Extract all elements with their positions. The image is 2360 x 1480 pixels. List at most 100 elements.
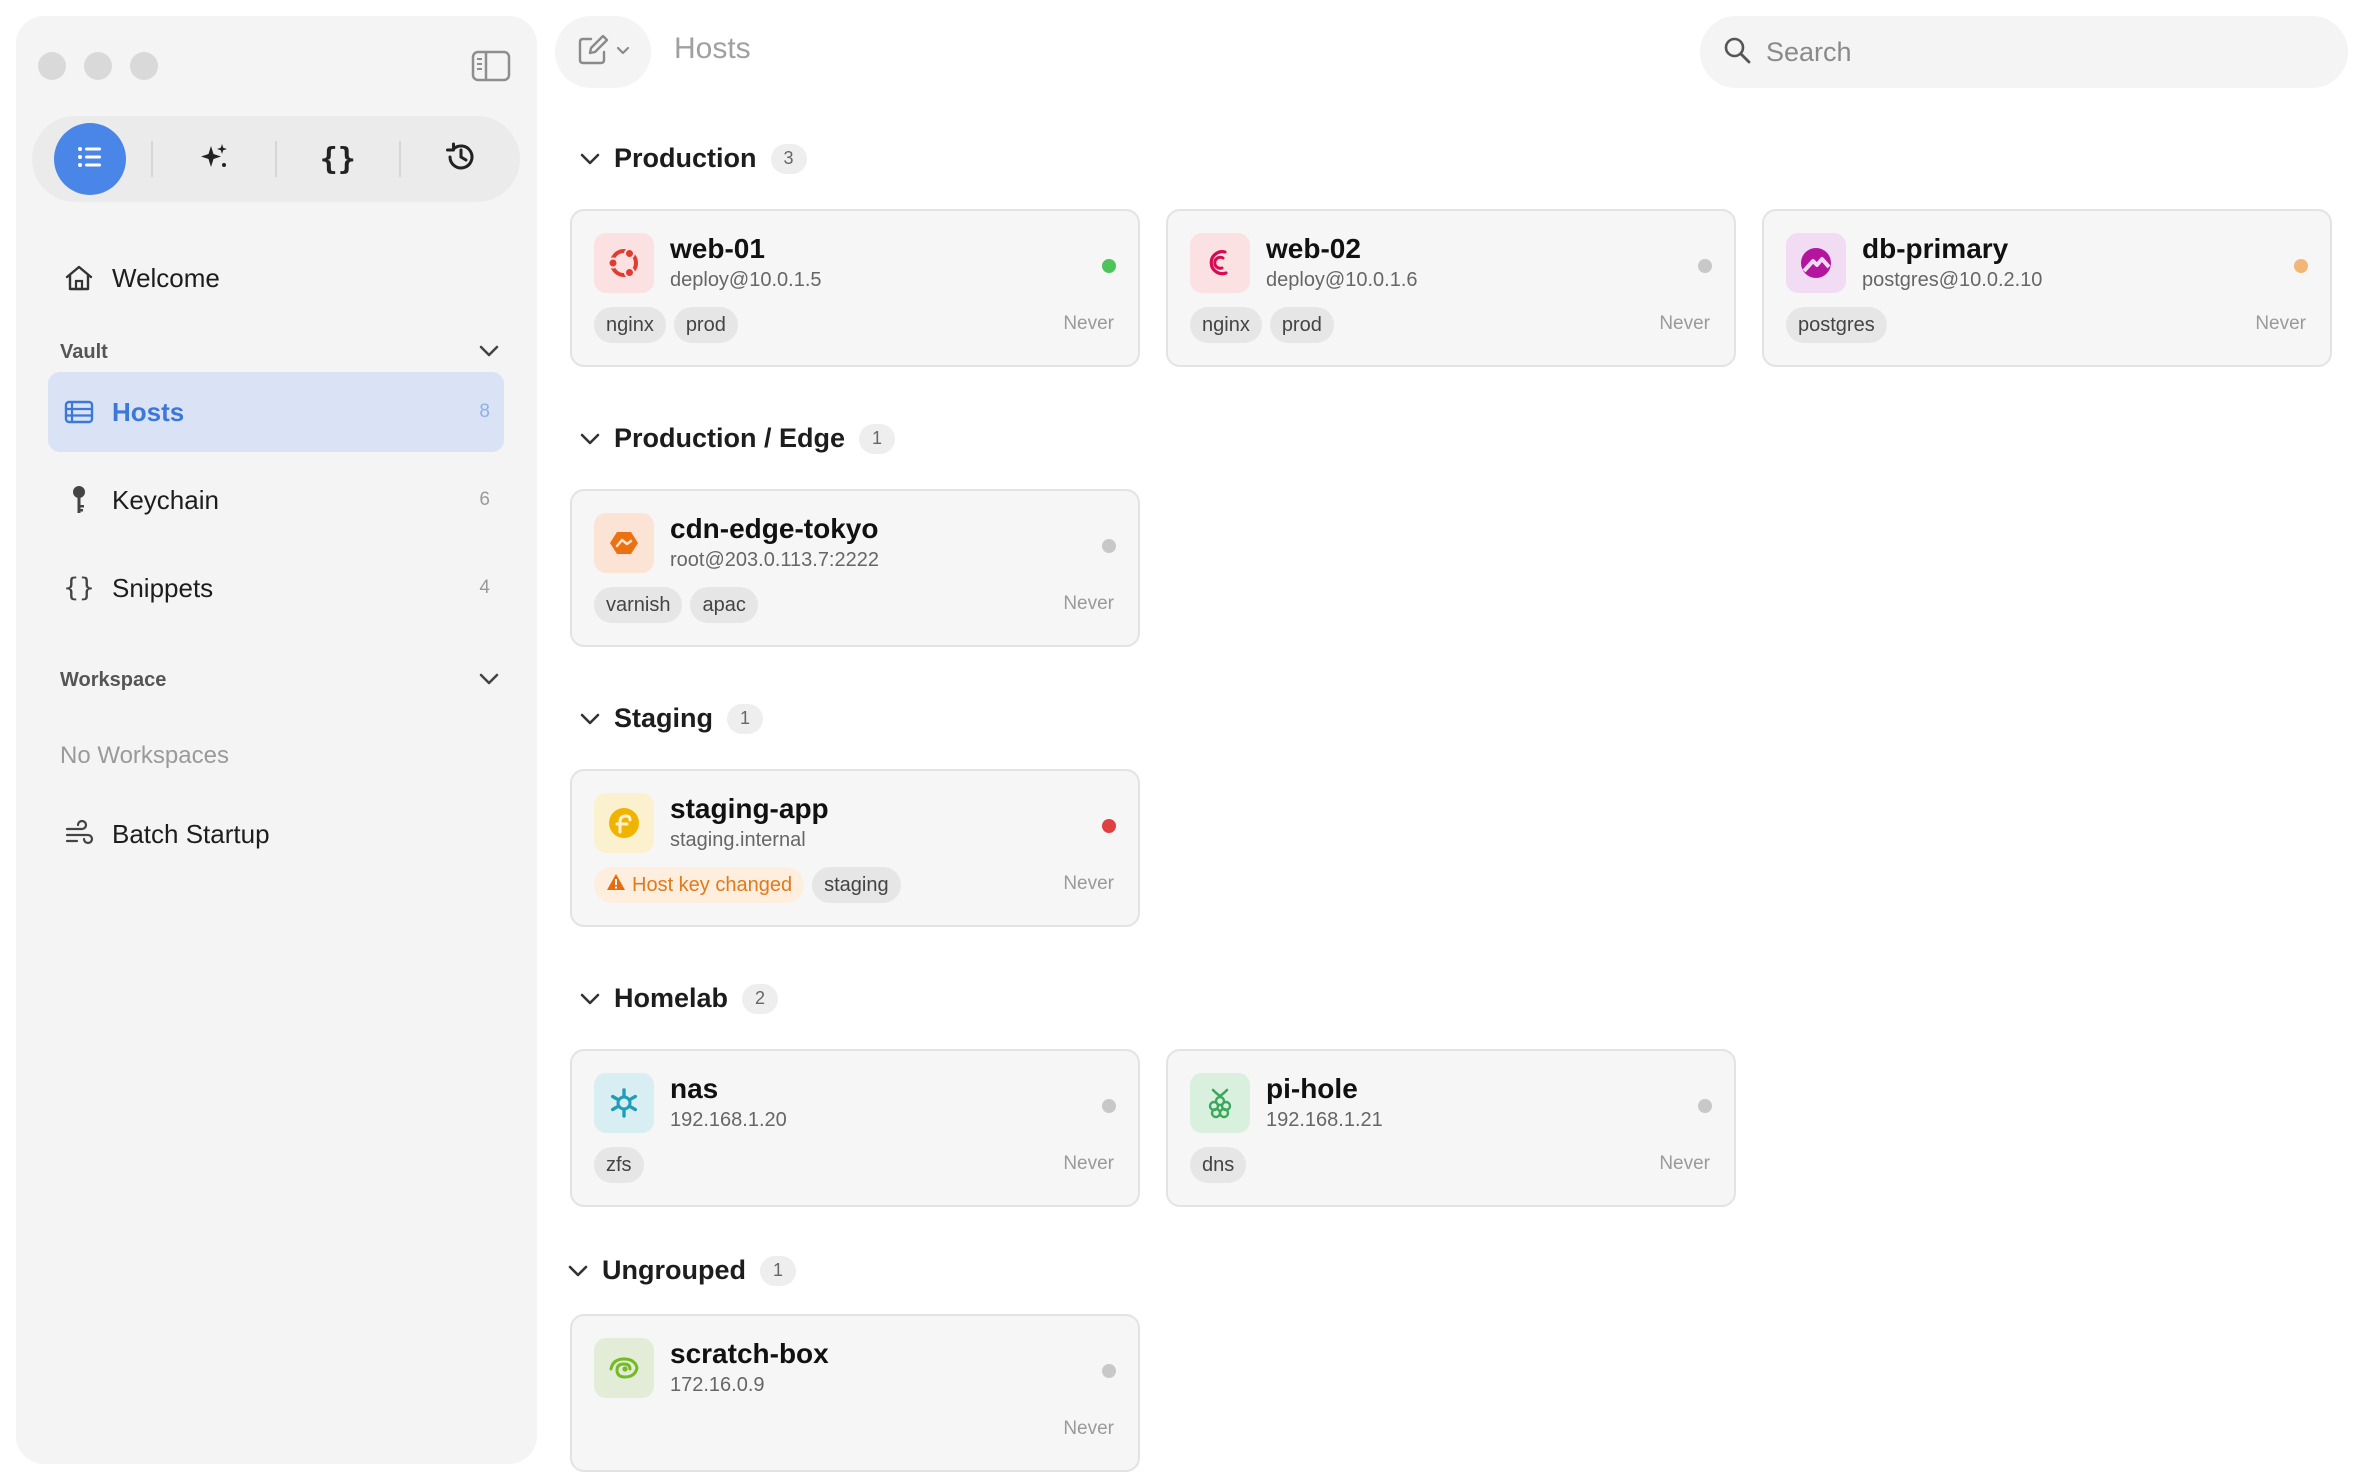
tag[interactable]: postgres <box>1786 307 1887 343</box>
tab-snippets[interactable]: {} <box>302 123 374 195</box>
braces-icon: {} <box>319 141 356 177</box>
tag[interactable]: varnish <box>594 587 683 623</box>
sidebar-item-hosts[interactable]: Hosts 8 <box>48 372 504 452</box>
sidebar-item-welcome[interactable]: Welcome <box>48 238 504 318</box>
chevron-down-icon <box>478 341 500 364</box>
sidebar-toggle-icon[interactable] <box>471 50 511 82</box>
tab-history[interactable] <box>425 123 497 195</box>
key-icon <box>62 483 96 517</box>
warning-icon <box>606 873 626 897</box>
group-header-staging[interactable]: Staging 1 <box>576 703 763 734</box>
host-address: deploy@10.0.1.6 <box>1266 269 1418 291</box>
host-card-web-02[interactable]: web-02 deploy@10.0.1.6 nginx prod Never <box>1166 209 1736 367</box>
last-connected: Never <box>1659 313 1710 334</box>
host-card-staging-app[interactable]: staging-app staging.internal Host key ch… <box>570 769 1140 927</box>
host-card-scratch-box[interactable]: scratch-box 172.16.0.9 Never <box>570 1314 1140 1472</box>
last-connected: Never <box>1063 1153 1114 1174</box>
tag[interactable]: prod <box>673 307 738 343</box>
nixos-icon <box>594 1073 654 1133</box>
minimize-window-button[interactable] <box>84 52 112 80</box>
status-indicator <box>1698 1099 1712 1113</box>
group-header-production-edge[interactable]: Production / Edge 1 <box>576 423 896 454</box>
chevron-down-icon <box>576 985 604 1013</box>
host-card-cdn-edge-tokyo[interactable]: cdn-edge-tokyo root@203.0.113.7:2222 var… <box>570 489 1140 647</box>
wind-icon <box>62 817 96 851</box>
braces-icon: {} <box>63 573 95 603</box>
group-count-badge: 1 <box>859 423 896 454</box>
section-label: Workspace <box>60 668 167 691</box>
divider <box>274 141 277 177</box>
status-indicator <box>2294 259 2308 273</box>
sparkles-icon <box>197 140 231 179</box>
tag-list: postgres <box>1786 307 1887 343</box>
group-header-production[interactable]: Production 3 <box>576 143 807 174</box>
sidebar-item-keychain[interactable]: Keychain 6 <box>48 460 504 540</box>
new-host-button[interactable] <box>555 16 651 88</box>
server-icon <box>62 395 96 429</box>
tag[interactable]: nginx <box>594 307 666 343</box>
tag[interactable]: apac <box>690 587 758 623</box>
tag[interactable]: staging <box>812 867 901 903</box>
search-bar <box>1700 16 2348 88</box>
group-header-homelab[interactable]: Homelab 2 <box>576 983 779 1014</box>
group-name: Homelab <box>614 983 729 1013</box>
host-address: 192.168.1.21 <box>1266 1109 1383 1131</box>
status-indicator <box>1102 1364 1116 1378</box>
chevron-down-icon <box>576 425 604 453</box>
tab-ai[interactable] <box>178 123 250 195</box>
status-indicator <box>1102 819 1116 833</box>
vault-section-header[interactable]: Vault <box>60 335 500 369</box>
tag-list: nginx prod <box>594 307 738 343</box>
tag[interactable]: dns <box>1190 1147 1247 1183</box>
host-name: nas <box>670 1073 719 1104</box>
group-count-badge: 1 <box>727 703 763 734</box>
tag-list: varnish apac <box>594 587 758 623</box>
sidebar-item-batch-startup[interactable]: Batch Startup <box>48 794 504 874</box>
tag[interactable]: nginx <box>1190 307 1262 343</box>
group-count-badge: 2 <box>742 983 779 1014</box>
status-indicator <box>1102 539 1116 553</box>
host-name: pi-hole <box>1266 1073 1358 1104</box>
host-name: staging-app <box>670 793 829 824</box>
sidebar-item-label: Snippets <box>112 572 214 603</box>
tab-list[interactable] <box>54 123 127 195</box>
workspace-section-header[interactable]: Workspace <box>60 663 500 697</box>
host-key-warning-badge[interactable]: Host key changed <box>594 867 805 903</box>
host-card-pi-hole[interactable]: pi-hole 192.168.1.21 dns Never <box>1166 1049 1736 1207</box>
host-address: staging.internal <box>670 829 806 851</box>
tag-list: zfs <box>594 1147 644 1183</box>
chevron-down-icon <box>616 43 630 61</box>
close-window-button[interactable] <box>38 52 66 80</box>
search-input[interactable] <box>1766 36 2326 68</box>
group-header-ungrouped[interactable]: Ungrouped 1 <box>564 1255 796 1286</box>
window-controls <box>38 52 158 80</box>
sidebar-mode-switcher: {} <box>32 116 520 202</box>
last-connected: Never <box>1063 1418 1114 1439</box>
status-indicator <box>1102 259 1116 273</box>
raspberry-pi-icon <box>1190 1073 1250 1133</box>
tag[interactable]: zfs <box>594 1147 644 1183</box>
chevron-down-icon <box>564 1257 592 1285</box>
group-name: Staging <box>614 703 713 733</box>
sidebar-item-snippets[interactable]: {} Snippets 4 <box>48 548 504 628</box>
host-card-web-01[interactable]: web-01 deploy@10.0.1.5 nginx prod Never <box>570 209 1140 367</box>
last-connected: Never <box>1063 873 1114 894</box>
amazon-linux-icon <box>594 513 654 573</box>
last-connected: Never <box>1063 313 1114 334</box>
last-connected: Never <box>1063 593 1114 614</box>
list-icon <box>73 140 107 179</box>
status-indicator <box>1102 1099 1116 1113</box>
ubuntu-icon <box>594 233 654 293</box>
home-icon <box>62 261 96 295</box>
tag-list: Host key changed staging <box>594 867 901 903</box>
tag[interactable]: prod <box>1269 307 1334 343</box>
host-card-nas[interactable]: nas 192.168.1.20 zfs Never <box>570 1049 1140 1207</box>
compose-icon <box>576 33 610 72</box>
host-address: postgres@10.0.2.10 <box>1862 269 2043 291</box>
zoom-window-button[interactable] <box>130 52 158 80</box>
group-name: Ungrouped <box>602 1255 746 1285</box>
host-card-db-primary[interactable]: db-primary postgres@10.0.2.10 postgres N… <box>1762 209 2332 367</box>
last-connected: Never <box>1659 1153 1710 1174</box>
chevron-down-icon <box>576 705 604 733</box>
host-address: 172.16.0.9 <box>670 1374 765 1396</box>
